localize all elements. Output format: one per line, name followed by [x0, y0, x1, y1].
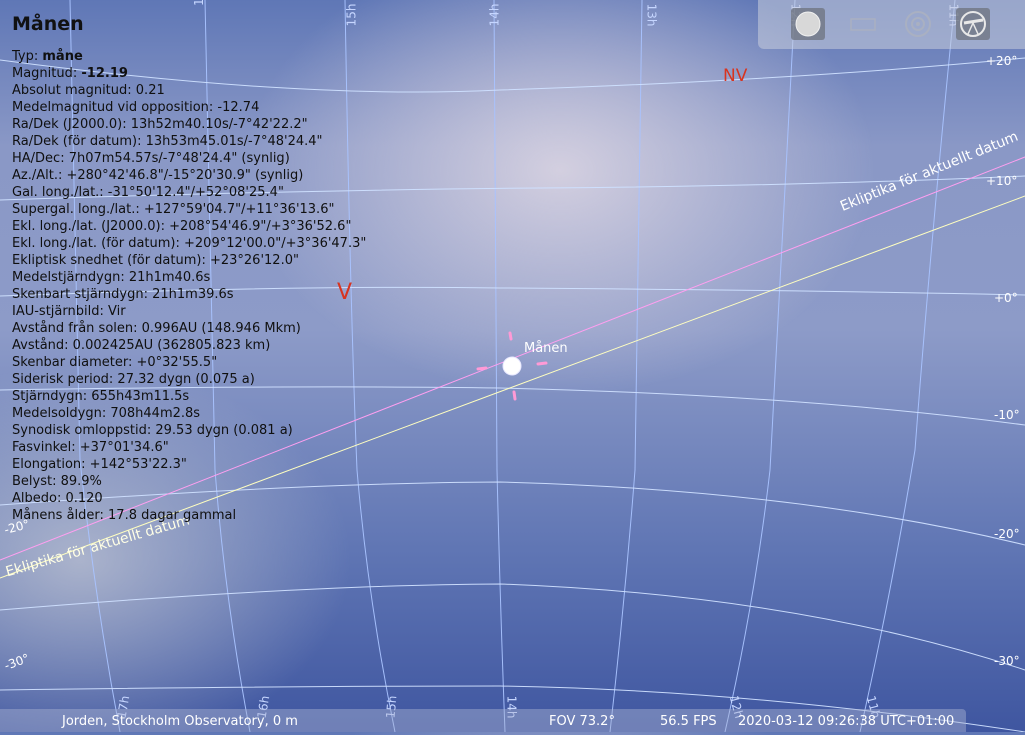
ra-label: 14h: [487, 3, 502, 27]
telescope-icon: [960, 11, 986, 37]
dec-label: +0°: [994, 291, 1018, 305]
ra-label: 16h: [192, 0, 206, 6]
info-line: Az./Alt.: +280°42'46.8"/-15°20'30.9" (sy…: [12, 168, 304, 183]
parallel-minus30: [0, 583, 1025, 671]
info-line: Avstånd från solen: 0.996AU (148.946 Mkm…: [12, 321, 301, 336]
compass-label-nv: NV: [723, 66, 748, 86]
ocular-rectangle-button[interactable]: [846, 8, 880, 40]
info-line: Siderisk period: 27.32 dygn (0.075 a): [12, 372, 255, 387]
info-line: Ekl. long./lat. (J2000.0): +208°54'46.9"…: [12, 219, 352, 234]
info-line: Ekl. long./lat. (för datum): +209°12'00.…: [12, 236, 367, 251]
status-fov: FOV 73.2°: [549, 714, 615, 729]
info-line: Absolut magnitud: 0.21: [12, 83, 165, 98]
info-line: Skenbar diameter: +0°32'55.5": [12, 355, 218, 370]
status-location[interactable]: Jorden, Stockholm Observatory, 0 m: [62, 709, 298, 735]
target-icon: [905, 11, 931, 37]
dec-label: -20°: [994, 527, 1020, 541]
ocular-view-button[interactable]: [901, 8, 935, 40]
magnitude-value: -12.19: [81, 66, 128, 81]
top-toolbar: [758, 0, 1025, 49]
meridian-11h: [859, 0, 956, 732]
rectangle-icon: [850, 18, 876, 31]
info-line: Ra/Dek (J2000.0): 13h52m40.10s/-7°42'22.…: [12, 117, 308, 132]
moon-label: Månen: [524, 341, 568, 356]
telescope-button[interactable]: [956, 8, 990, 40]
status-fps: 56.5 FPS: [660, 714, 717, 729]
info-line: Ekliptisk snedhet (för datum): +23°26'12…: [12, 253, 299, 268]
status-bar: Jorden, Stockholm Observatory, 0 m FOV 7…: [0, 709, 966, 732]
info-line: Medelsoldygn: 708h44m2.8s: [12, 406, 201, 421]
info-line: Avstånd: 0.002425AU (362805.823 km): [12, 338, 271, 353]
info-line: Albedo: 0.120: [12, 491, 103, 506]
magnitude-label: Magnitud:: [12, 66, 78, 81]
info-line: Elongation: +142°53'22.3": [12, 457, 187, 472]
status-datetime[interactable]: 2020-03-12 09:26:38 UTC+01:00: [738, 709, 954, 735]
info-line: Supergal. long./lat.: +127°59'04.7"/+11°…: [12, 202, 335, 217]
dec-label: +10°: [986, 174, 1018, 188]
info-line: IAU-stjärnbild: Vir: [12, 304, 126, 319]
info-line: Gal. long./lat.: -31°50'12.4"/+52°08'25.…: [12, 185, 284, 200]
info-line: HA/Dec: 7h07m54.57s/-7°48'24.4" (synlig): [12, 151, 290, 166]
moon-scale-button[interactable]: [791, 8, 825, 40]
object-title: Månen: [12, 13, 84, 35]
info-line: Månens ålder: 17.8 dagar gammal: [12, 508, 237, 523]
info-line: Synodisk omloppstid: 29.53 dygn (0.081 a…: [12, 423, 293, 438]
info-line: Skenbart stjärndygn: 21h1m39.6s: [12, 287, 234, 302]
ra-label: 13h: [644, 3, 659, 27]
dec-label: -10°: [994, 408, 1020, 422]
type-value: måne: [42, 49, 83, 64]
meridian-12h: [724, 0, 796, 732]
dec-label: -30°: [994, 654, 1020, 668]
meridian-13h: [609, 0, 643, 732]
info-line: Fasvinkel: +37°01'34.6": [12, 440, 169, 455]
object-info-panel: Månen Typ: måne Magnitud: -12.19 Absolut…: [12, 12, 366, 524]
object-type-line: Typ: måne: [12, 48, 366, 65]
magnitude-line: Magnitud: -12.19: [12, 65, 366, 82]
info-line: Medelstjärndygn: 21h1m40.6s: [12, 270, 211, 285]
info-line: Belyst: 89.9%: [12, 474, 102, 489]
moon-disk[interactable]: [502, 356, 522, 376]
dec-label: +20°: [986, 54, 1018, 68]
type-label: Typ:: [12, 49, 39, 64]
info-line: Stjärndygn: 655h43m11.5s: [12, 389, 190, 404]
moon-icon: [795, 11, 821, 37]
info-line: Medelmagnitud vid opposition: -12.74: [12, 100, 260, 115]
info-line: Ra/Dek (för datum): 13h53m45.01s/-7°48'2…: [12, 134, 323, 149]
